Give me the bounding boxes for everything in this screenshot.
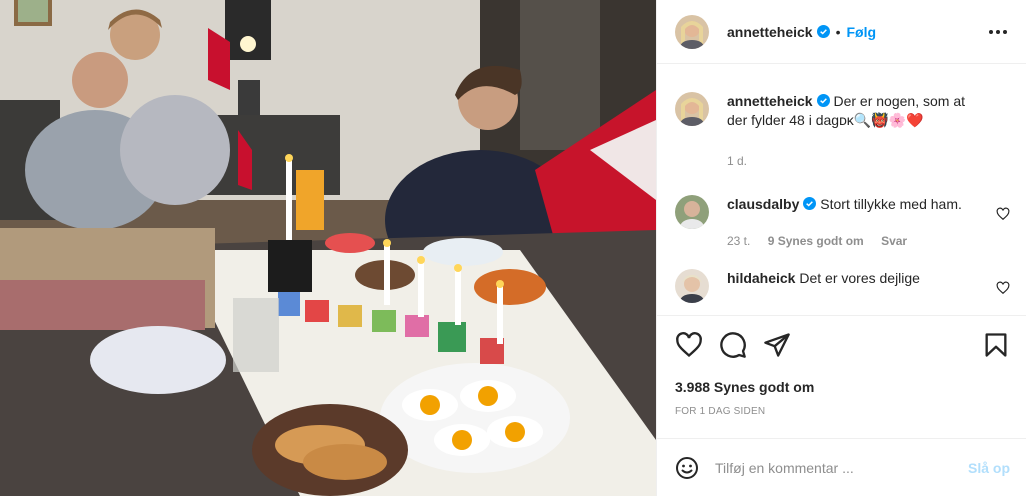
comment-item: clausdalby Stort tillykke med ham. 23 t.… xyxy=(657,195,1026,251)
author-avatar[interactable] xyxy=(675,14,709,49)
post-date: FOR 1 DAG SIDEN xyxy=(675,406,766,417)
share-icon[interactable] xyxy=(763,331,791,359)
bookmark-icon[interactable] xyxy=(982,331,1010,359)
comment-input[interactable] xyxy=(715,459,968,476)
post-sidebar: annetteheick • Følg annetteheick Der er … xyxy=(656,0,1026,496)
commenter-avatar[interactable] xyxy=(675,269,709,303)
emoji-icon[interactable] xyxy=(675,456,699,480)
caption-username[interactable]: annetteheick xyxy=(727,93,813,109)
comment-like-heart-icon[interactable] xyxy=(996,207,1010,221)
more-icon[interactable] xyxy=(986,20,1010,44)
comment-username[interactable]: hildaheick xyxy=(727,270,795,286)
heart-icon[interactable] xyxy=(675,331,703,359)
verified-icon xyxy=(816,25,830,38)
comment-time: 23 t. xyxy=(727,234,751,248)
comment-text: Det er vores dejlige xyxy=(799,270,920,286)
comment-body: clausdalby Stort tillykke med ham. 23 t.… xyxy=(727,195,983,251)
verified-icon xyxy=(803,197,817,210)
comment-reply-button[interactable]: Svar xyxy=(881,234,907,248)
instagram-post: annetteheick • Følg annetteheick Der er … xyxy=(0,0,1026,496)
comment-like-heart-icon[interactable] xyxy=(996,281,1010,295)
add-comment-bar: Slå op xyxy=(657,438,1026,496)
comment-body: hildaheick Det er vores dejlige xyxy=(727,269,983,303)
comment-meta: 23 t. 9 Synes godt om Svar xyxy=(727,232,983,251)
caption-comment: annetteheick Der er nogen, som at der fy… xyxy=(657,92,1026,171)
separator-dot: • xyxy=(835,23,841,40)
comments-list[interactable]: annetteheick Der er nogen, som at der fy… xyxy=(657,64,1026,316)
caption-emoji: ᴅᴋ🔍👹🌸❤️ xyxy=(839,112,924,128)
commenter-avatar[interactable] xyxy=(675,195,709,229)
comment-username[interactable]: clausdalby xyxy=(727,196,799,212)
comment-likes[interactable]: 9 Synes godt om xyxy=(768,234,864,248)
comment-item: hildaheick Det er vores dejlige xyxy=(657,269,1026,303)
author-username[interactable]: annetteheick xyxy=(727,24,813,40)
caption-time: 1 d. xyxy=(727,154,748,168)
comment-text: Stort tillykke med ham. xyxy=(820,196,962,212)
birthday-breakfast-image xyxy=(0,0,656,496)
caption-avatar[interactable] xyxy=(675,92,709,126)
post-photo[interactable] xyxy=(0,0,656,496)
caption-body: annetteheick Der er nogen, som at der fy… xyxy=(727,92,983,171)
likes-count[interactable]: 3.988 Synes godt om xyxy=(675,379,814,395)
follow-button[interactable]: Følg xyxy=(847,24,877,40)
comment-icon[interactable] xyxy=(719,331,747,359)
action-bar xyxy=(675,330,1010,360)
post-comment-button[interactable]: Slå op xyxy=(968,460,1010,476)
post-header: annetteheick • Følg xyxy=(657,0,1026,64)
verified-icon xyxy=(816,94,830,107)
